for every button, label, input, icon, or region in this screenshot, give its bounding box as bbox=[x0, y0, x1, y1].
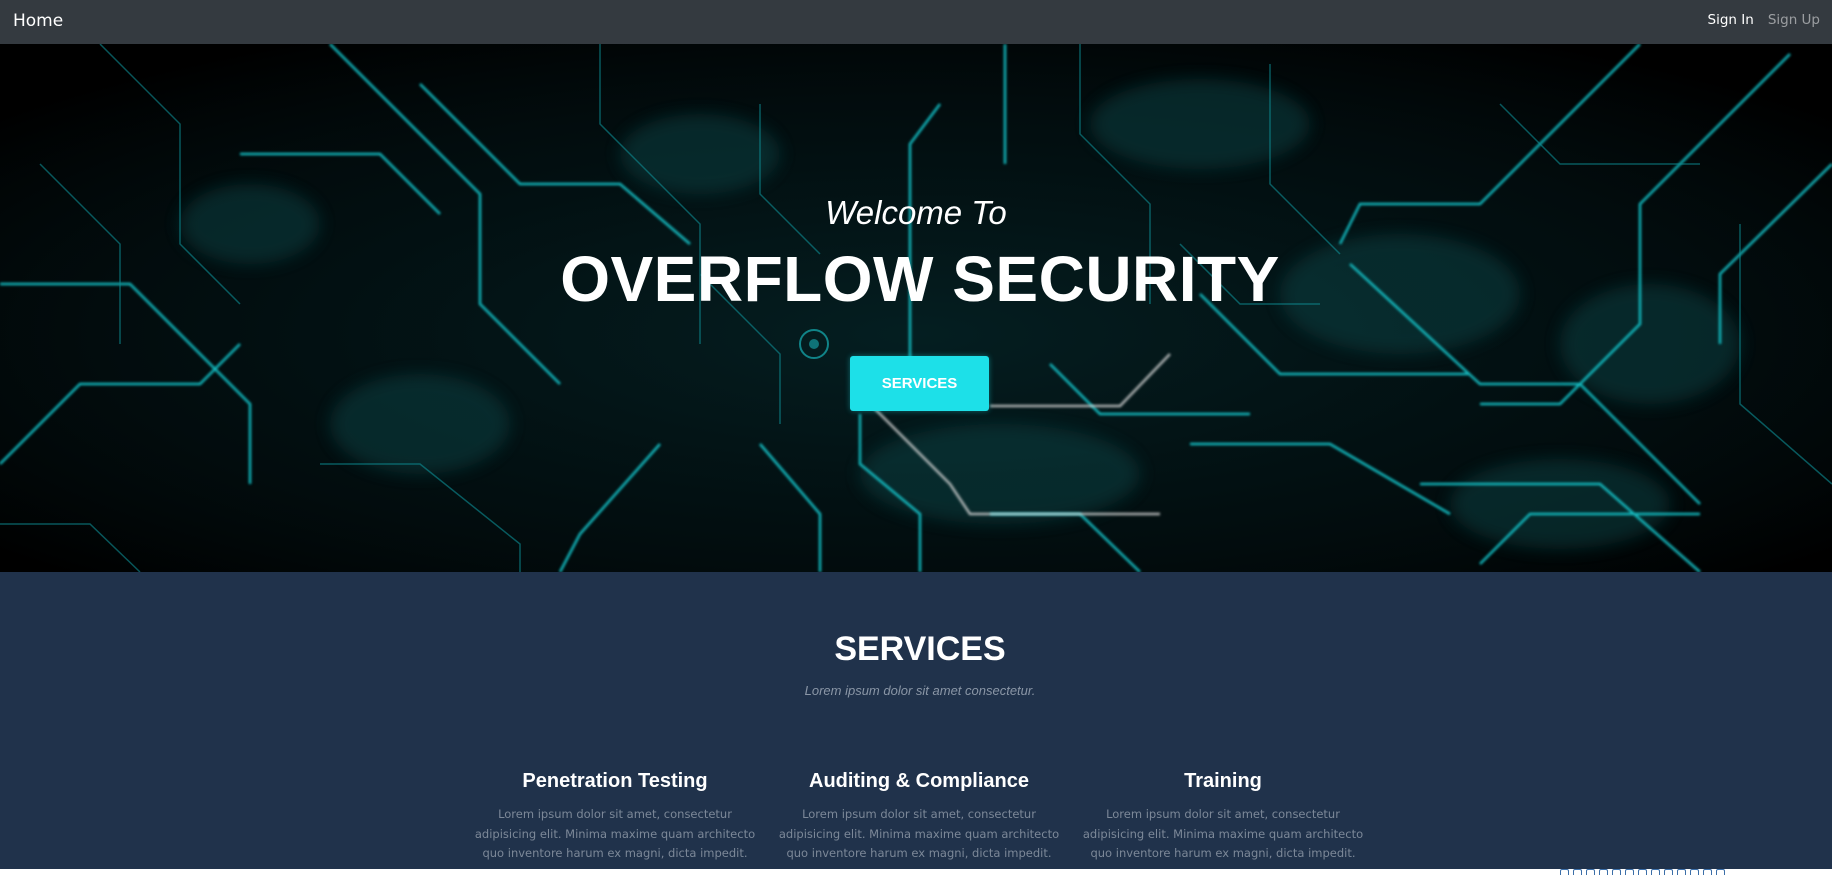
services-section: SERVICES Lorem ipsum dolor sit amet cons… bbox=[0, 572, 1832, 869]
tray-icon[interactable] bbox=[1573, 869, 1582, 875]
tray-icon[interactable] bbox=[1599, 869, 1608, 875]
tray-icon[interactable] bbox=[1638, 869, 1647, 875]
top-navbar: Home Sign In Sign Up bbox=[0, 0, 1832, 44]
services-heading: SERVICES bbox=[834, 630, 1006, 668]
tray-icon[interactable] bbox=[1586, 869, 1595, 875]
tray-icon[interactable] bbox=[1612, 869, 1621, 875]
hero-title: OVERFLOW SECURITY bbox=[560, 243, 1280, 315]
service-description: Lorem ipsum dolor sit amet, consectetur … bbox=[778, 807, 1060, 860]
tray-icon[interactable] bbox=[1560, 869, 1569, 875]
bottom-taskbar-strip bbox=[0, 869, 1832, 875]
home-link[interactable]: Home bbox=[13, 11, 63, 31]
service-title: Penetration Testing bbox=[522, 770, 708, 792]
tray-icon[interactable] bbox=[1651, 869, 1660, 875]
service-card-auditing-compliance: Auditing & Compliance Lorem ipsum dolor … bbox=[774, 770, 1064, 864]
sign-up-link[interactable]: Sign Up bbox=[1768, 12, 1820, 28]
service-description: Lorem ipsum dolor sit amet, consectetur … bbox=[1082, 807, 1364, 860]
tray-icon[interactable] bbox=[1625, 869, 1634, 875]
tray-icon[interactable] bbox=[1677, 869, 1686, 875]
sign-in-link[interactable]: Sign In bbox=[1708, 12, 1754, 28]
nav-links: Sign In Sign Up bbox=[1708, 12, 1820, 28]
service-description: Lorem ipsum dolor sit amet, consectetur … bbox=[474, 807, 756, 860]
hero-section: Welcome To OVERFLOW SECURITY SERVICES bbox=[0, 44, 1832, 572]
service-title: Training bbox=[1184, 770, 1262, 792]
tray-icon[interactable] bbox=[1703, 869, 1712, 875]
tray-icon[interactable] bbox=[1664, 869, 1673, 875]
service-title: Auditing & Compliance bbox=[809, 770, 1029, 792]
system-tray-icons bbox=[1560, 869, 1725, 875]
services-button[interactable]: SERVICES bbox=[850, 356, 989, 411]
services-subheading: Lorem ipsum dolor sit amet consectetur. bbox=[804, 683, 1036, 698]
tray-icon[interactable] bbox=[1716, 869, 1725, 875]
tray-icon[interactable] bbox=[1690, 869, 1699, 875]
service-card-penetration-testing: Penetration Testing Lorem ipsum dolor si… bbox=[470, 770, 760, 864]
hero-subtitle: Welcome To bbox=[825, 194, 1007, 231]
service-card-training: Training Lorem ipsum dolor sit amet, con… bbox=[1078, 770, 1368, 864]
